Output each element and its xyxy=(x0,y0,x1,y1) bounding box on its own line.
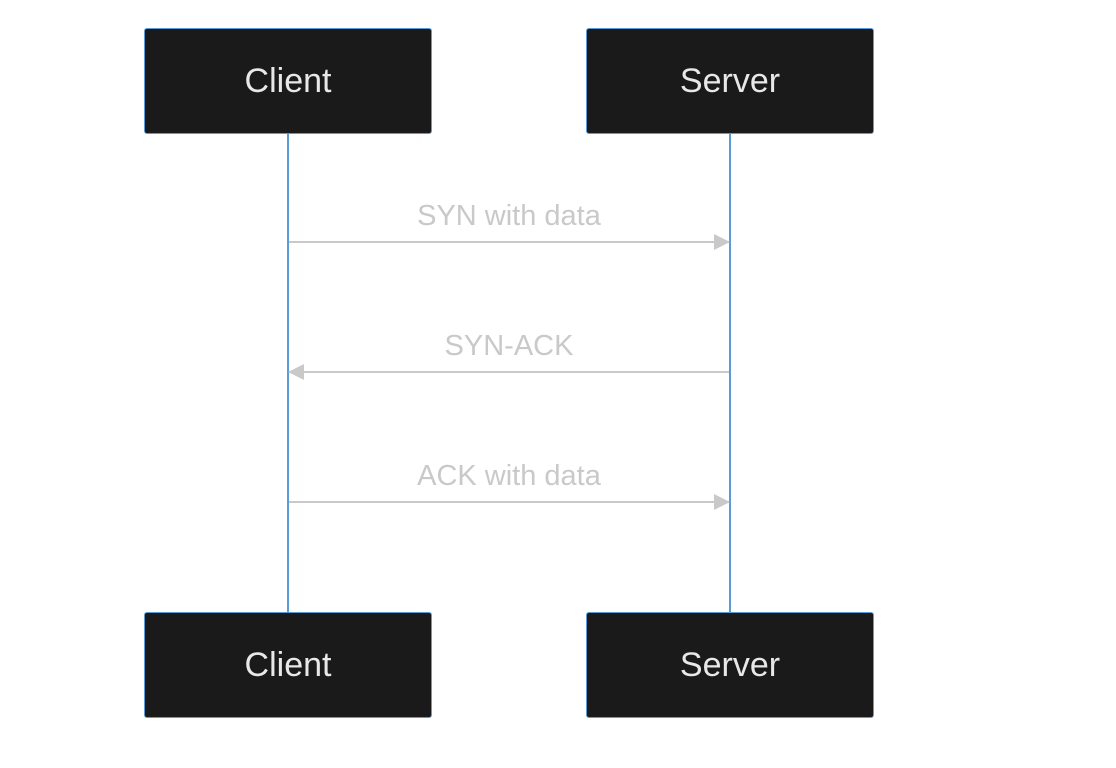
message-ack-with-data: ACK with data xyxy=(289,460,729,503)
lifeline-server xyxy=(729,134,731,612)
arrow-left-icon xyxy=(289,371,729,373)
message-label: ACK with data xyxy=(289,460,729,493)
sequence-diagram: Client Server SYN with data SYN-ACK ACK … xyxy=(0,0,1116,768)
participant-server-top: Server xyxy=(586,28,874,134)
participant-label: Server xyxy=(680,62,780,101)
message-syn-with-data: SYN with data xyxy=(289,200,729,243)
message-syn-ack: SYN-ACK xyxy=(289,330,729,373)
arrow-right-icon xyxy=(289,241,729,243)
participant-client-top: Client xyxy=(144,28,432,134)
participant-client-bottom: Client xyxy=(144,612,432,718)
participant-server-bottom: Server xyxy=(586,612,874,718)
participant-label: Client xyxy=(245,646,332,685)
message-label: SYN with data xyxy=(289,200,729,233)
message-label: SYN-ACK xyxy=(289,330,729,363)
arrow-right-icon xyxy=(289,501,729,503)
participant-label: Client xyxy=(245,62,332,101)
participant-label: Server xyxy=(680,646,780,685)
